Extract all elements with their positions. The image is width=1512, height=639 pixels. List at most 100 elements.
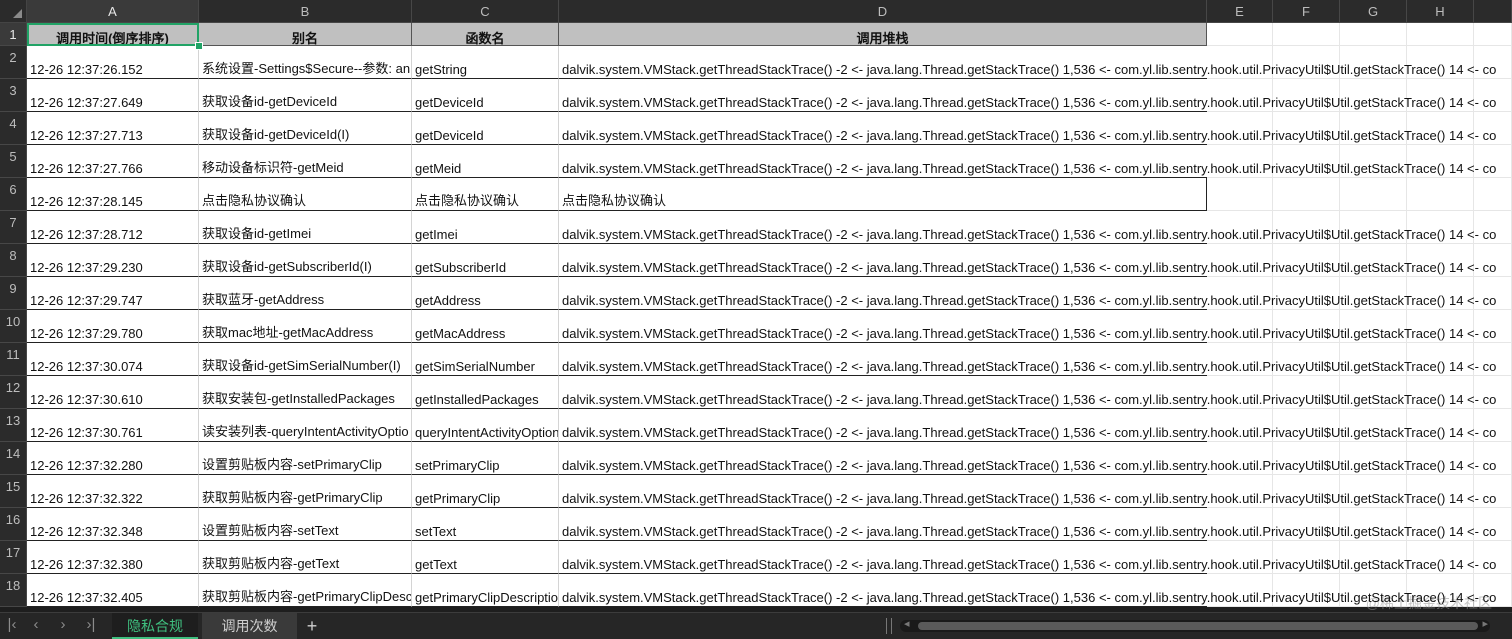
row-header-17[interactable]: 17 [0, 541, 27, 574]
cell-b15[interactable]: 获取剪贴板内容-getPrimaryClip [199, 475, 412, 508]
row-header-11[interactable]: 11 [0, 343, 27, 376]
cell-c3[interactable]: getDeviceId [412, 79, 559, 112]
scroll-left-icon[interactable]: ◂ [904, 617, 910, 630]
scrollbar-thumb[interactable] [918, 622, 1478, 630]
cell-g6[interactable] [1340, 178, 1407, 211]
column-header-e[interactable]: E [1207, 0, 1273, 23]
cell-c13[interactable]: queryIntentActivityOption [412, 409, 559, 442]
cell-b8[interactable]: 获取设备id-getSubscriberId(I) [199, 244, 412, 277]
first-sheet-icon[interactable]: |‹ [1, 616, 23, 633]
cell-b3[interactable]: 获取设备id-getDeviceId [199, 79, 412, 112]
column-header-d[interactable]: D [559, 0, 1207, 23]
tab-privacy-compliance[interactable]: 隐私合规 [112, 613, 198, 639]
cell-d5[interactable]: dalvik.system.VMStack.getThreadStackTrac… [559, 145, 1496, 178]
cell-g1[interactable] [1340, 23, 1407, 46]
column-header-overflow[interactable] [1474, 0, 1512, 23]
cell-a18[interactable]: 12-26 12:37:32.405 [27, 574, 199, 607]
cell-c8[interactable]: getSubscriberId [412, 244, 559, 277]
cell-b12[interactable]: 获取安装包-getInstalledPackages [199, 376, 412, 409]
cell-d16[interactable]: dalvik.system.VMStack.getThreadStackTrac… [559, 508, 1496, 541]
column-header-g[interactable]: G [1340, 0, 1407, 23]
cell-b17[interactable]: 获取剪贴板内容-getText [199, 541, 412, 574]
cell-e1[interactable] [1207, 23, 1273, 46]
cell-a12[interactable]: 12-26 12:37:30.610 [27, 376, 199, 409]
cell-a16[interactable]: 12-26 12:37:32.348 [27, 508, 199, 541]
cell-d18[interactable]: dalvik.system.VMStack.getThreadStackTrac… [559, 574, 1496, 607]
cell-a5[interactable]: 12-26 12:37:27.766 [27, 145, 199, 178]
row-header-15[interactable]: 15 [0, 475, 27, 508]
cell-c15[interactable]: getPrimaryClip [412, 475, 559, 508]
cell-c14[interactable]: setPrimaryClip [412, 442, 559, 475]
cell-h1[interactable] [1407, 23, 1474, 46]
column-header-b[interactable]: B [199, 0, 412, 23]
cell-c12[interactable]: getInstalledPackages [412, 376, 559, 409]
cell-b2[interactable]: 系统设置-Settings$Secure--参数: an [199, 46, 412, 79]
cell-c18[interactable]: getPrimaryClipDescription [412, 574, 559, 607]
cell-a17[interactable]: 12-26 12:37:32.380 [27, 541, 199, 574]
cell-a4[interactable]: 12-26 12:37:27.713 [27, 112, 199, 145]
column-header-h[interactable]: H [1407, 0, 1474, 23]
cell-c6[interactable]: 点击隐私协议确认 [412, 178, 559, 211]
row-header-10[interactable]: 10 [0, 310, 27, 343]
cell-b7[interactable]: 获取设备id-getImei [199, 211, 412, 244]
add-sheet-button[interactable]: + [302, 614, 322, 638]
next-sheet-icon[interactable]: › [52, 616, 74, 633]
spreadsheet-grid[interactable]: ABCDEFGH 1 2 3 4 5 6 7 8 9 10 11 12 13 14 15 16 17 18 调用时… [0, 0, 1512, 612]
cell-c1[interactable]: 函数名 [412, 23, 559, 46]
cell-b1[interactable]: 别名 [199, 23, 412, 46]
cell-b10[interactable]: 获取mac地址-getMacAddress [199, 310, 412, 343]
row-header-1[interactable]: 1 [0, 23, 27, 46]
cell-d17[interactable]: dalvik.system.VMStack.getThreadStackTrac… [559, 541, 1496, 574]
row-header-2[interactable]: 2 [0, 46, 27, 79]
tab-call-count[interactable]: 调用次数 [202, 613, 297, 639]
cell-d12[interactable]: dalvik.system.VMStack.getThreadStackTrac… [559, 376, 1496, 409]
cell-a13[interactable]: 12-26 12:37:30.761 [27, 409, 199, 442]
scroll-right-icon[interactable]: ▸ [1482, 617, 1488, 630]
cell-c17[interactable]: getText [412, 541, 559, 574]
cell-d9[interactable]: dalvik.system.VMStack.getThreadStackTrac… [559, 277, 1496, 310]
cell-a7[interactable]: 12-26 12:37:28.712 [27, 211, 199, 244]
split-handle-icon[interactable] [886, 618, 892, 634]
cell-c7[interactable]: getImei [412, 211, 559, 244]
cell-c2[interactable]: getString [412, 46, 559, 79]
cell-f1[interactable] [1273, 23, 1340, 46]
column-header-c[interactable]: C [412, 0, 559, 23]
cell-c5[interactable]: getMeid [412, 145, 559, 178]
column-header-a[interactable]: A [27, 0, 199, 23]
cell-c9[interactable]: getAddress [412, 277, 559, 310]
cell-c16[interactable]: setText [412, 508, 559, 541]
row-header-3[interactable]: 3 [0, 79, 27, 112]
cell-d2[interactable]: dalvik.system.VMStack.getThreadStackTrac… [559, 46, 1496, 79]
cell-a11[interactable]: 12-26 12:37:30.074 [27, 343, 199, 376]
cell-d6[interactable]: 点击隐私协议确认 [559, 178, 1207, 211]
cell-b13[interactable]: 读安装列表-queryIntentActivityOptio [199, 409, 412, 442]
cell-d10[interactable]: dalvik.system.VMStack.getThreadStackTrac… [559, 310, 1496, 343]
cell-b9[interactable]: 获取蓝牙-getAddress [199, 277, 412, 310]
row-header-7[interactable]: 7 [0, 211, 27, 244]
cell-d11[interactable]: dalvik.system.VMStack.getThreadStackTrac… [559, 343, 1496, 376]
row-header-18[interactable]: 18 [0, 574, 27, 607]
row-header-6[interactable]: 6 [0, 178, 27, 211]
horizontal-scrollbar[interactable]: ◂ ▸ [900, 617, 1490, 632]
row-header-4[interactable]: 4 [0, 112, 27, 145]
row-header-14[interactable]: 14 [0, 442, 27, 475]
fill-handle[interactable] [195, 42, 203, 50]
cell-a8[interactable]: 12-26 12:37:29.230 [27, 244, 199, 277]
row-header-13[interactable]: 13 [0, 409, 27, 442]
cell-f6[interactable] [1273, 178, 1340, 211]
row-header-12[interactable]: 12 [0, 376, 27, 409]
cell-a10[interactable]: 12-26 12:37:29.780 [27, 310, 199, 343]
cell-a14[interactable]: 12-26 12:37:32.280 [27, 442, 199, 475]
select-all-corner[interactable] [0, 0, 27, 23]
row-header-9[interactable]: 9 [0, 277, 27, 310]
cell-a15[interactable]: 12-26 12:37:32.322 [27, 475, 199, 508]
cell-d15[interactable]: dalvik.system.VMStack.getThreadStackTrac… [559, 475, 1496, 508]
cell-b6[interactable]: 点击隐私协议确认 [199, 178, 412, 211]
cell-overflow[interactable] [1474, 178, 1512, 211]
cell-d1[interactable]: 调用堆栈 [559, 23, 1207, 46]
last-sheet-icon[interactable]: ›| [80, 616, 102, 633]
cell-b11[interactable]: 获取设备id-getSimSerialNumber(I) [199, 343, 412, 376]
cell-c10[interactable]: getMacAddress [412, 310, 559, 343]
cell-overflow[interactable] [1474, 23, 1512, 46]
cell-d8[interactable]: dalvik.system.VMStack.getThreadStackTrac… [559, 244, 1496, 277]
